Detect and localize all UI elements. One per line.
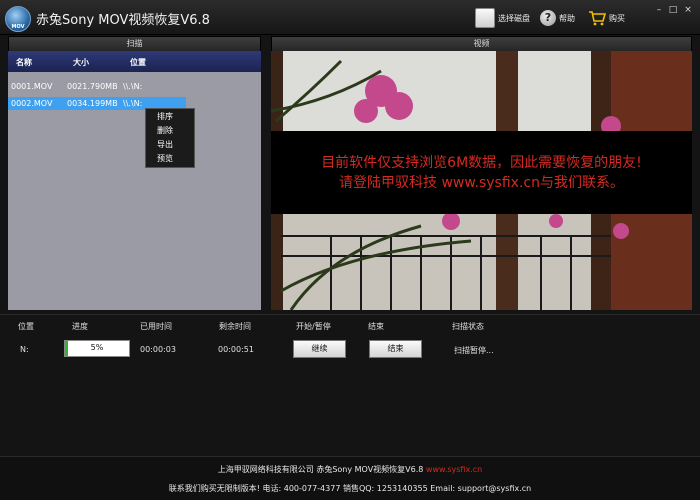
header-scan-status: 扫描状态	[452, 322, 484, 331]
shopping-cart-icon	[589, 11, 606, 26]
help-button[interactable]: ? 帮助	[540, 7, 575, 29]
column-location[interactable]: 位置	[130, 57, 146, 68]
menu-item-preview[interactable]: 预览	[157, 153, 173, 164]
footer-line-1: 上海甲驭网络科技有限公司 赤兔Sony MOV视频恢复V6.8 www.sysf…	[0, 464, 700, 475]
menu-item-export[interactable]: 导出	[157, 139, 173, 150]
disk-icon	[475, 8, 495, 28]
scan-panel-title: 扫描	[8, 36, 261, 52]
menu-item-delete[interactable]: 删除	[157, 125, 173, 136]
video-panel-title: 视频	[271, 36, 692, 52]
header-elapsed: 已用时间	[140, 322, 172, 331]
video-preview: 目前软件仅支持浏览6M数据，因此需要恢复的朋友! 请登陆甲驭科技 www.sys…	[271, 51, 692, 310]
close-button[interactable]: ×	[681, 4, 695, 16]
scan-status: 扫描暂停...	[454, 346, 494, 355]
file-location: \\.\N:	[123, 99, 143, 108]
minimize-button[interactable]: –	[652, 4, 666, 16]
context-menu: 排序 删除 导出 预览	[145, 108, 195, 168]
scan-panel: 扫描 名称 大小 位置 0001.MOV 0021.790MB \\.\N: 0…	[8, 36, 261, 310]
header-remaining: 剩余时间	[219, 322, 251, 331]
column-size[interactable]: 大小	[73, 57, 89, 68]
trial-notice: 目前软件仅支持浏览6M数据，因此需要恢复的朋友! 请登陆甲驭科技 www.sys…	[271, 131, 692, 214]
file-list-header: 名称 大小 位置	[8, 51, 261, 72]
stop-button[interactable]: 结束	[369, 340, 422, 358]
buy-button[interactable]: 购买	[588, 7, 625, 29]
file-name: 0001.MOV	[11, 82, 53, 91]
menu-item-sort[interactable]: 排序	[157, 111, 173, 122]
scan-location: N:	[20, 345, 29, 354]
maximize-button[interactable]: □	[666, 4, 680, 16]
header-progress: 进度	[72, 322, 88, 331]
footer-url-link[interactable]: www.sysfix.cn	[426, 465, 482, 474]
video-panel: 视频 目前软件仅支持浏览6M数据，因此需要恢复的朋友! 请登陆甲驭科技 www.…	[271, 36, 692, 310]
file-size: 0021.790MB	[67, 82, 118, 91]
progress-percent: 5%	[90, 343, 104, 352]
help-label: 帮助	[559, 13, 575, 23]
column-name[interactable]: 名称	[16, 57, 32, 68]
file-row[interactable]: 0001.MOV 0021.790MB \\.\N:	[8, 80, 261, 93]
footer-contact: 联系我们购买无限制版本! 电话: 400-077-4377 销售QQ: 1253…	[168, 484, 532, 493]
progress-bar: 5%	[64, 340, 130, 357]
continue-button[interactable]: 继续	[293, 340, 346, 358]
app-title: 赤兔Sony MOV视频恢复V6.8	[36, 13, 210, 28]
elapsed-time: 00:00:03	[140, 345, 176, 354]
footer: 上海甲驭网络科技有限公司 赤兔Sony MOV视频恢复V6.8 www.sysf…	[0, 456, 700, 500]
file-name: 0002.MOV	[11, 99, 53, 108]
select-disk-button[interactable]: 选择磁盘	[475, 7, 530, 29]
help-icon: ?	[540, 10, 556, 26]
title-bar: MOV 赤兔Sony MOV视频恢复V6.8 选择磁盘 ? 帮助 购买 – □ …	[0, 0, 700, 35]
app-logo-icon: MOV	[5, 6, 31, 32]
progress-area: 位置 进度 已用时间 剩余时间 开始/暂停 结束 扫描状态 N: 5% 00:0…	[0, 314, 700, 457]
select-disk-label: 选择磁盘	[498, 13, 530, 23]
notice-line-2: 请登陆甲驭科技 www.sysfix.cn与我们联系。	[339, 175, 624, 191]
remaining-time: 00:00:51	[218, 345, 254, 354]
file-size: 0034.199MB	[67, 99, 118, 108]
notice-line-1: 目前软件仅支持浏览6M数据，因此需要恢复的朋友!	[321, 155, 642, 171]
header-stop: 结束	[368, 322, 384, 331]
header-start-pause: 开始/暂停	[296, 322, 331, 331]
buy-label: 购买	[609, 13, 625, 23]
file-location: \\.\N:	[123, 82, 143, 91]
header-location: 位置	[18, 322, 34, 331]
footer-company: 上海甲驭网络科技有限公司 赤兔Sony MOV视频恢复V6.8	[217, 465, 426, 474]
